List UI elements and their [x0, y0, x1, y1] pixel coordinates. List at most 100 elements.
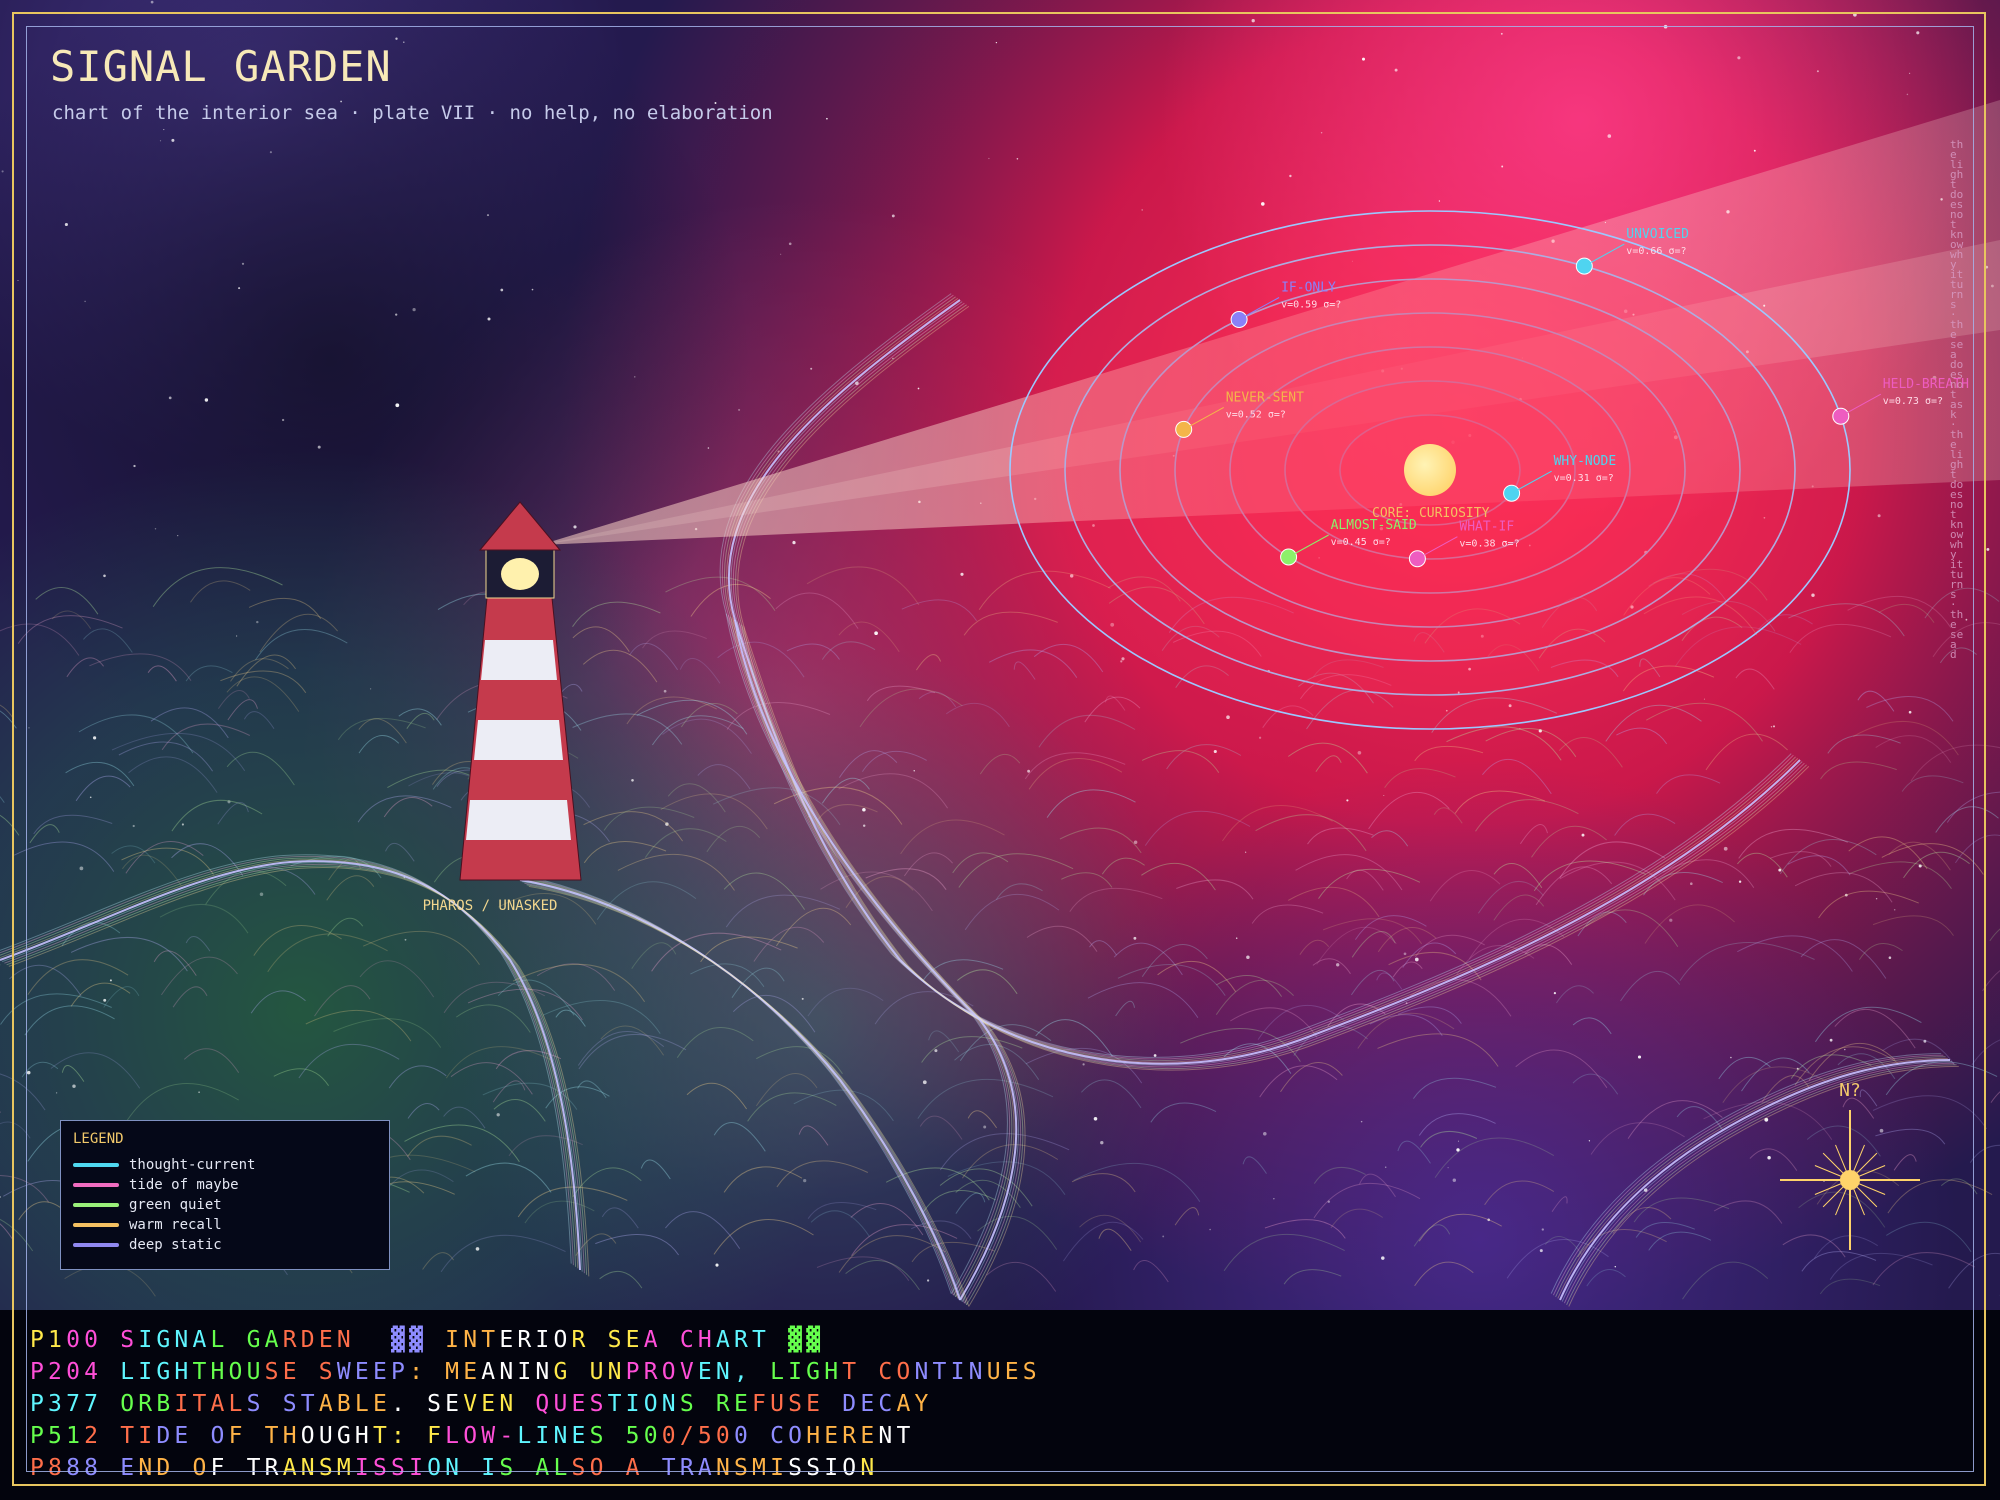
teletext-run: NTIN: [914, 1359, 987, 1385]
teletext-run: P1: [30, 1327, 67, 1353]
star: [1723, 846, 1728, 851]
star: [1162, 1235, 1165, 1238]
star: [1773, 725, 1775, 728]
star: [1414, 957, 1419, 962]
page-title: SIGNAL GARDEN: [50, 42, 392, 91]
teletext-run: NT: [878, 1423, 915, 1449]
orbit-node-value: v=0.52 σ=?: [1226, 409, 1286, 420]
teletext-run: AY: [896, 1391, 933, 1417]
orbit-node-value: v=0.59 σ=?: [1281, 300, 1341, 311]
star: [241, 262, 245, 265]
star: [1541, 1228, 1544, 1231]
legend-label: tide of maybe: [129, 1177, 239, 1193]
teletext-run: OUGH: [300, 1423, 373, 1449]
teletext-run: P377: [30, 1391, 103, 1417]
teletext-line: P377 ORBITALS STABLE. SEVEN QUESTIONS RE…: [30, 1388, 2000, 1420]
orbit-node-label: NEVER-SENT: [1226, 390, 1304, 405]
teletext-run: 2 TI: [84, 1423, 157, 1449]
teletext-run: ANSM: [282, 1455, 355, 1481]
star: [1770, 726, 1773, 728]
star: [1209, 1228, 1211, 1231]
star: [84, 300, 86, 303]
star: [1738, 880, 1742, 883]
star: [150, 0, 154, 4]
star: [1336, 963, 1340, 967]
star: [404, 938, 407, 941]
teletext-run: EN,: [697, 1359, 771, 1385]
star: [1383, 794, 1385, 797]
legend: LEGEND thought-current tide of maybe green…: [60, 1120, 390, 1270]
teletext-run: TION: [607, 1391, 680, 1417]
teletext-run: G UN: [553, 1359, 626, 1385]
star: [1737, 56, 1741, 60]
teletext-run: IGNA: [138, 1327, 211, 1353]
star: [1588, 1140, 1591, 1142]
orbit-node-value: v=0.38 σ=?: [1459, 539, 1519, 550]
star: [707, 447, 710, 449]
star: [1753, 149, 1756, 152]
star: [1403, 952, 1407, 956]
star: [738, 408, 741, 411]
star: [1501, 165, 1504, 168]
star: [1438, 200, 1441, 202]
legend-label: green quiet: [129, 1197, 222, 1213]
teletext-ticker: P100 SIGNAL GARDEN ▓▓ INTERIOR SEA CHART…: [0, 1310, 2000, 1500]
teletext-run: DEC: [824, 1391, 897, 1417]
star: [803, 1178, 807, 1183]
teletext-run: ERIO: [499, 1327, 572, 1353]
star: [171, 138, 175, 142]
star: [1581, 833, 1585, 837]
star: [55, 1092, 58, 1094]
star: [531, 288, 534, 291]
legend-swatch: [73, 1183, 119, 1187]
orbit-node-label: IF-ONLY: [1281, 281, 1336, 296]
star: [926, 1279, 930, 1282]
star: [496, 1113, 500, 1117]
teletext-run: HERE: [806, 1423, 879, 1449]
star: [198, 1091, 200, 1094]
star: [1246, 955, 1250, 959]
star: [1027, 769, 1030, 773]
star: [1500, 32, 1503, 35]
star: [103, 998, 107, 1002]
star: [715, 1263, 719, 1267]
teletext-run: LIGH: [120, 1359, 193, 1385]
star: [403, 41, 405, 43]
star: [960, 572, 964, 576]
legend-item: warm recall: [73, 1215, 377, 1235]
star: [1320, 131, 1323, 134]
star: [181, 823, 184, 826]
teletext-run: S ST: [246, 1391, 319, 1417]
star: [922, 1080, 927, 1085]
star: [801, 997, 804, 1000]
orbit-node-value: v=0.66 σ=?: [1626, 246, 1686, 257]
star: [1263, 1132, 1267, 1136]
orbit-node-label: ALMOST-SAID: [1331, 518, 1417, 533]
star: [1381, 1256, 1385, 1260]
lighthouse-light: [501, 558, 539, 590]
star: [634, 376, 636, 378]
star: [133, 464, 136, 468]
star: [1553, 991, 1557, 995]
star: [1016, 158, 1019, 160]
legend-item: green quiet: [73, 1195, 377, 1215]
teletext-run: NSMI: [715, 1455, 789, 1481]
teletext-run: SE S: [264, 1359, 337, 1385]
star: [395, 37, 398, 40]
star: [573, 525, 577, 529]
star: [810, 367, 813, 370]
side-vertical-text: the light does not know why it turns · t…: [1950, 140, 1964, 661]
star: [159, 140, 162, 142]
teletext-run: LINE: [517, 1423, 590, 1449]
teletext-run: ▓▓: [354, 1327, 428, 1353]
star: [64, 222, 68, 227]
star: [891, 214, 895, 218]
teletext-run: 88 E: [66, 1455, 139, 1481]
star: [72, 1084, 76, 1088]
teletext-run: 0/50: [661, 1423, 734, 1449]
teletext-run: TRA: [643, 1455, 716, 1481]
compass-center: [1840, 1170, 1860, 1190]
teletext-run: INT: [427, 1327, 500, 1353]
star: [109, 979, 112, 982]
teletext-run: T: F: [372, 1423, 446, 1449]
